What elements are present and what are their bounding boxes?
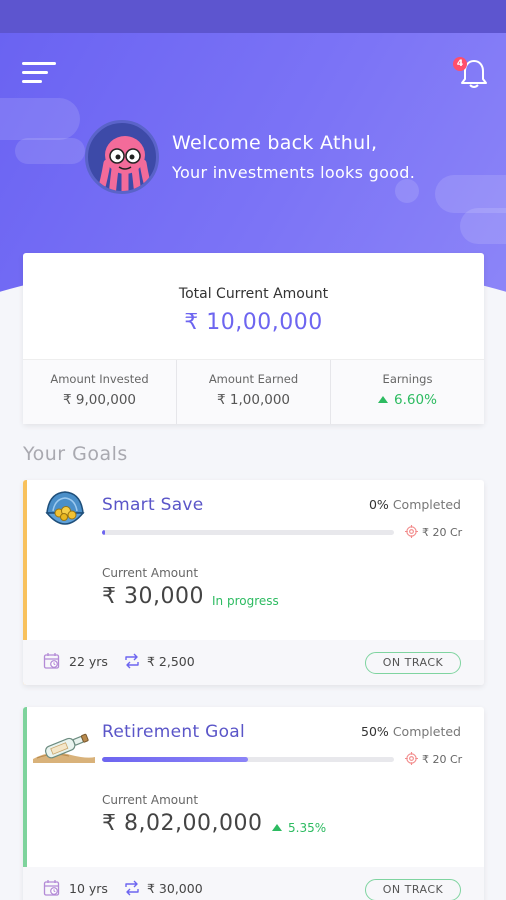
- goal-duration: 10 yrs: [69, 881, 108, 896]
- goal-completion-percent: 0%: [368, 497, 389, 512]
- goal-card-smart-save[interactable]: Smart Save 0% Completed ₹ 20 Cr Current …: [23, 480, 484, 685]
- goal-progress-fill: [102, 757, 248, 762]
- goal-completion: 50% Completed: [361, 724, 461, 739]
- goal-duration: 22 yrs: [69, 654, 108, 669]
- welcome-subtitle: Your investments looks good.: [172, 163, 416, 182]
- repeat-icon: [125, 880, 139, 896]
- welcome-message: Welcome back Athul, Your investments loo…: [172, 132, 415, 182]
- goal-completion-percent: 50%: [361, 724, 389, 739]
- goals-section-title: Your Goals: [23, 443, 128, 465]
- oyster-goal-icon: [45, 491, 85, 525]
- target-icon: [405, 752, 418, 765]
- stat-label: Amount Invested: [50, 372, 149, 386]
- cloud-decoration: [395, 179, 419, 203]
- stat-amount-earned: Amount Earned ₹ 1,00,000: [177, 360, 331, 424]
- stat-value: 6.60%: [331, 392, 484, 408]
- welcome-title: Welcome back Athul,: [172, 132, 378, 154]
- calendar-clock-icon: [43, 653, 60, 669]
- target-icon: [405, 525, 418, 538]
- stat-label: Amount Earned: [208, 372, 299, 386]
- current-amount-label: Current Amount: [102, 566, 199, 580]
- calendar-clock-icon: [43, 880, 60, 896]
- current-amount-label: Current Amount: [102, 793, 199, 807]
- goal-return-percent: 5.35%: [288, 821, 327, 835]
- avatar[interactable]: [85, 120, 159, 194]
- goal-target: ₹ 20 Cr: [422, 753, 463, 766]
- goal-progress-bar: [102, 530, 394, 535]
- goal-progress-bar: [102, 757, 394, 762]
- stat-earnings: Earnings 6.60%: [331, 360, 484, 424]
- goal-completion: 0% Completed: [369, 497, 461, 512]
- current-amount-value: ₹ 8,02,00,000: [102, 811, 263, 836]
- goal-name[interactable]: Smart Save: [102, 495, 204, 515]
- on-track-badge: ON TRACK: [365, 652, 461, 674]
- cloud-decoration: [15, 138, 85, 164]
- up-arrow-icon: [272, 824, 282, 831]
- cloud-decoration: [460, 208, 506, 244]
- goal-installment: ₹ 2,500: [147, 654, 195, 669]
- menu-icon[interactable]: [22, 62, 56, 86]
- stat-value: ₹ 1,00,000: [217, 392, 290, 408]
- summary-card[interactable]: Total Current Amount ₹ 10,00,000 Amount …: [23, 253, 484, 424]
- cloud-decoration: [0, 98, 80, 140]
- goal-footer: 22 yrs ₹ 2,500 ON TRACK: [23, 640, 484, 685]
- up-arrow-icon: [378, 396, 389, 403]
- total-amount-label: Total Current Amount: [178, 286, 329, 302]
- goal-completion-label: Completed: [392, 497, 461, 512]
- on-track-badge: ON TRACK: [365, 879, 461, 900]
- notification-badge: 4: [453, 57, 467, 71]
- goal-completion-label: Completed: [392, 724, 461, 739]
- goal-footer: 10 yrs ₹ 30,000 ON TRACK: [23, 867, 484, 900]
- goal-status: 5.35%: [272, 821, 326, 835]
- goal-card-retirement[interactable]: Retirement Goal 50% Completed ₹ 20 Cr Cu…: [23, 707, 484, 900]
- total-amount-value: ₹ 10,00,000: [184, 310, 323, 335]
- goal-status: In progress: [212, 594, 279, 608]
- goal-name[interactable]: Retirement Goal: [102, 722, 245, 742]
- earnings-percent: 6.60%: [394, 392, 437, 408]
- current-amount-value: ₹ 30,000: [102, 584, 204, 609]
- goal-installment: ₹ 30,000: [147, 881, 203, 896]
- stat-value: ₹ 9,00,000: [63, 392, 136, 408]
- status-bar: [0, 0, 506, 33]
- message-bottle-icon: [33, 733, 95, 763]
- goal-progress-fill: [102, 530, 105, 535]
- stat-label: Earnings: [382, 372, 433, 386]
- repeat-icon: [125, 653, 139, 669]
- stat-amount-invested: Amount Invested ₹ 9,00,000: [23, 360, 177, 424]
- goal-target: ₹ 20 Cr: [422, 526, 463, 539]
